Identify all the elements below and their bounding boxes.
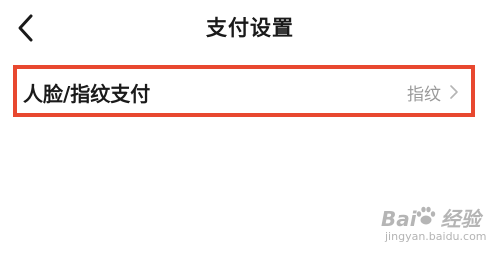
paw-icon: [416, 206, 436, 225]
watermark-url: jingyan.baidu.com: [385, 230, 487, 243]
payment-settings-page: 支付设置 人脸/指纹支付 指纹 Bai 经验 jingyan.baidu.com: [0, 0, 500, 257]
row-label: 人脸/指纹支付: [23, 82, 151, 106]
face-fingerprint-payment-row[interactable]: 人脸/指纹支付 指纹: [13, 65, 475, 117]
row-value: 指纹: [407, 85, 441, 105]
page-title: 支付设置: [206, 16, 294, 40]
chevron-right-icon: [450, 85, 458, 99]
navigation-bar: 支付设置: [0, 0, 500, 56]
baidu-jingyan-watermark: Bai 经验 jingyan.baidu.com: [381, 203, 493, 253]
